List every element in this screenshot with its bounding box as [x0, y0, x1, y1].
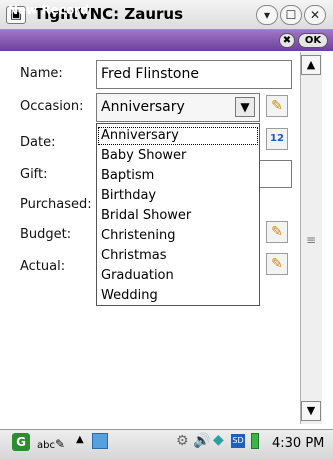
gift-label: Gift: [20, 167, 48, 182]
edit-occasion-button[interactable]: ✎ [266, 95, 288, 117]
clock: 4:30 PM [272, 436, 325, 451]
pen-icon: ✎ [54, 437, 66, 451]
keyboard-toggle-icon[interactable]: ▲ [76, 434, 84, 445]
pencil-icon: ✎ [271, 224, 283, 240]
input-method-text: abc [37, 440, 55, 451]
occasion-option[interactable]: Baby Shower [97, 146, 259, 166]
chevron-down-icon[interactable]: ▼ [235, 97, 255, 117]
maximize-button[interactable]: ☐ [280, 5, 302, 25]
close-window-button[interactable]: ✕ [304, 5, 326, 25]
occasion-option[interactable]: Bridal Shower [97, 206, 259, 226]
budget-label: Budget: [20, 227, 72, 242]
scroll-grip-icon[interactable]: ≡ [304, 233, 318, 247]
occasion-option[interactable]: Anniversary [97, 126, 259, 146]
scroll-down-button[interactable]: ▼ [301, 401, 321, 421]
occasion-label: Occasion: [20, 99, 84, 114]
occasion-option[interactable]: Christmas [97, 246, 259, 266]
calendar-icon: 12 [270, 133, 284, 144]
pencil-icon: ✎ [271, 98, 283, 114]
occasion-value: Anniversary [101, 99, 185, 115]
sd-card-icon[interactable]: SD [231, 434, 245, 448]
input-method-label[interactable]: abc✎ [37, 437, 65, 451]
battery-icon[interactable] [251, 433, 259, 449]
pencil-icon: ✎ [271, 256, 283, 272]
cancel-button[interactable]: ✖ [279, 33, 295, 48]
ok-button[interactable]: OK [298, 33, 328, 48]
name-field[interactable]: Fred Flinstone [96, 60, 292, 89]
launcher-icon[interactable]: G [12, 433, 30, 451]
occasion-option[interactable]: Birthday [97, 186, 259, 206]
network-icon[interactable]: ◆ [213, 432, 224, 448]
edit-actual-button[interactable]: ✎ [266, 253, 288, 275]
occasion-dropdown-list: Anniversary Baby Shower Baptism Birthday… [96, 123, 260, 306]
calendar-button[interactable]: 12 [266, 128, 288, 150]
date-label: Date: [20, 135, 56, 150]
scroll-up-button[interactable]: ▲ [301, 55, 321, 75]
purchased-label: Purchased: [20, 197, 92, 212]
app-window-icon[interactable] [92, 433, 108, 449]
occasion-option[interactable]: Christening [97, 226, 259, 246]
gear-icon[interactable]: ⚙ [176, 433, 189, 449]
occasion-option[interactable]: Baptism [97, 166, 259, 186]
occasion-option[interactable]: Graduation [97, 266, 259, 286]
occasion-option[interactable]: Wedding [97, 286, 259, 306]
actual-label: Actual: [20, 259, 66, 274]
edit-budget-button[interactable]: ✎ [266, 221, 288, 243]
name-label: Name: [20, 66, 63, 81]
speaker-icon[interactable]: 🔊 [193, 433, 210, 449]
page-title: New Record [8, 3, 89, 17]
minimize-button[interactable]: ▾ [256, 5, 278, 25]
